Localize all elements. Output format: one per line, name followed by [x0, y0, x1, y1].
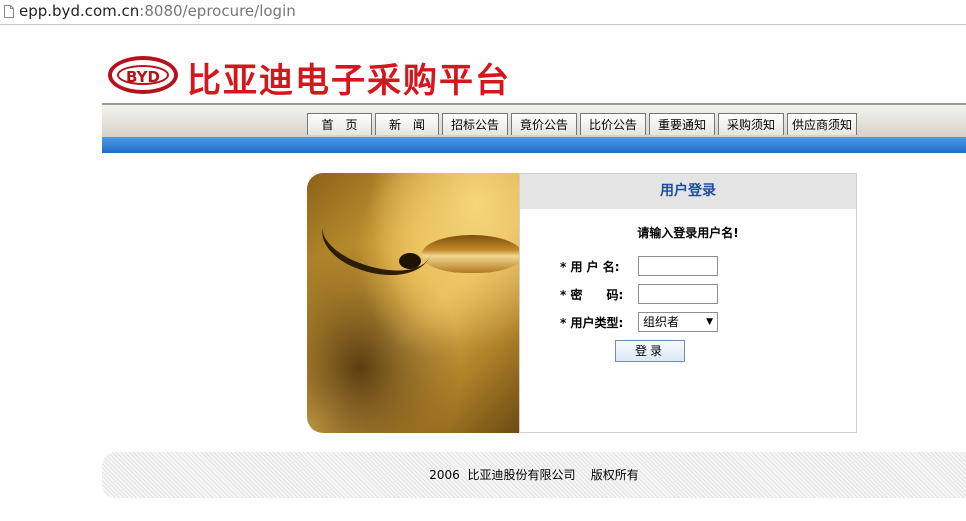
byd-logo: BYD [108, 56, 178, 94]
tab-supplier-guide[interactable]: 供应商须知 [787, 113, 857, 135]
photo-headset-mic [313, 189, 441, 293]
tab-home[interactable]: 首 页 [307, 113, 372, 135]
username-row: * 用 户 名: [560, 256, 718, 276]
nav-tabs: 首 页 新 闻 招标公告 竟价公告 比价公告 重要通知 采购须知 供应商须知 [307, 113, 860, 137]
url-text[interactable]: epp.byd.com.cn:8080/eprocure/login [19, 2, 296, 20]
login-title: 用户登录 [520, 174, 856, 209]
site-title: 比亚迪电子采购平台 [187, 61, 511, 101]
password-row: * 密 码: [560, 284, 718, 304]
password-label: * 密 码: [560, 287, 624, 302]
username-label: * 用 户 名: [560, 259, 620, 274]
document-icon [4, 5, 14, 18]
tab-tender-notice[interactable]: 招标公告 [442, 113, 508, 135]
nav-blue-stripe [102, 137, 966, 153]
tab-price-compare-notice[interactable]: 比价公告 [580, 113, 646, 135]
logo-text: BYD [117, 65, 169, 86]
dropdown-arrow-icon: ▼ [706, 317, 713, 327]
usertype-label: * 用户类型: [560, 315, 624, 330]
tab-important-notice[interactable]: 重要通知 [649, 113, 715, 135]
footer: 2006 比亚迪股份有限公司 版权所有 [102, 452, 966, 498]
tab-bidding-notice[interactable]: 竟价公告 [511, 113, 577, 135]
headset-woman-photo [307, 173, 519, 433]
usertype-selected-value: 组织者 [643, 315, 680, 329]
tab-news[interactable]: 新 闻 [375, 113, 439, 135]
photo-mic-tip [399, 253, 421, 269]
url-path: :8080/eprocure/login [139, 2, 296, 20]
username-input[interactable] [638, 256, 718, 276]
usertype-select[interactable]: 组织者 ▼ [638, 312, 718, 332]
address-bar[interactable]: epp.byd.com.cn:8080/eprocure/login [0, 0, 966, 25]
tab-purchase-guide[interactable]: 采购须知 [718, 113, 784, 135]
password-input[interactable] [638, 284, 718, 304]
url-host: epp.byd.com.cn [19, 2, 140, 20]
copyright-text: 2006 比亚迪股份有限公司 版权所有 [429, 468, 639, 482]
login-prompt: 请输入登录用户名! [637, 226, 739, 240]
login-button[interactable]: 登录 [615, 340, 685, 362]
login-panel: 用户登录 请输入登录用户名! * 用 户 名: * 密 码: * 用户类型: 组… [519, 173, 857, 433]
usertype-row: * 用户类型: 组织者 ▼ [560, 312, 718, 332]
photo-lips [422, 235, 519, 273]
